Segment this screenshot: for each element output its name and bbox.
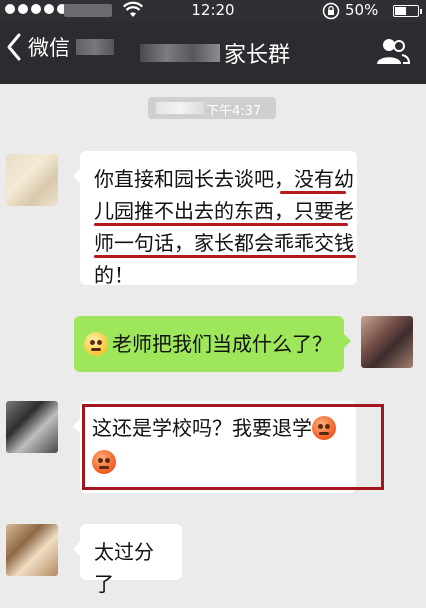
message-text: 太过分了 <box>94 540 154 596</box>
chat-area[interactable]: 下午4:37 你直接和园长去谈吧，没有幼 儿园推不出去的东西，只要老 师一句话，… <box>0 84 426 608</box>
message-bubble[interactable]: 你直接和园长去谈吧，没有幼 儿园推不出去的东西，只要老 师一句话，家长都会乖乖交… <box>73 151 357 287</box>
lock-rotation-icon <box>322 2 340 20</box>
back-chevron-icon <box>7 33 21 61</box>
red-underline <box>280 191 346 194</box>
avatar[interactable] <box>6 154 58 206</box>
timestamp-text: 下午4:37 <box>206 104 262 119</box>
confused-face-emoji <box>84 332 108 356</box>
battery-icon <box>393 5 422 17</box>
redacted-date <box>156 102 204 114</box>
redacted-unread-count <box>76 39 114 55</box>
avatar[interactable] <box>6 524 58 576</box>
message-bubble-sent[interactable]: 老师把我们当成什么了？ <box>74 316 351 372</box>
message-bubble[interactable]: 太过分了 <box>73 524 182 596</box>
message-line: 的！ <box>94 263 134 287</box>
back-label: 微信 <box>28 36 70 60</box>
chat-title: 家长群 <box>224 43 291 68</box>
red-highlight-box <box>82 404 384 490</box>
chat-title-group: 家长群 <box>140 37 290 69</box>
battery-percent: 50% <box>345 1 379 19</box>
red-underline <box>94 223 348 226</box>
group-members-icon[interactable] <box>375 36 411 68</box>
red-underline <box>94 255 356 258</box>
back-button[interactable]: 微信 <box>6 32 114 62</box>
avatar-self[interactable] <box>361 316 413 368</box>
avatar[interactable] <box>6 401 58 453</box>
status-bar: 12:20 50% <box>0 0 426 22</box>
timestamp-badge: 下午4:37 <box>148 97 276 119</box>
nav-bar: 微信 家长群 <box>0 22 426 84</box>
message-text: 老师把我们当成什么了？ <box>112 332 332 356</box>
redacted-title-prefix <box>140 44 220 62</box>
